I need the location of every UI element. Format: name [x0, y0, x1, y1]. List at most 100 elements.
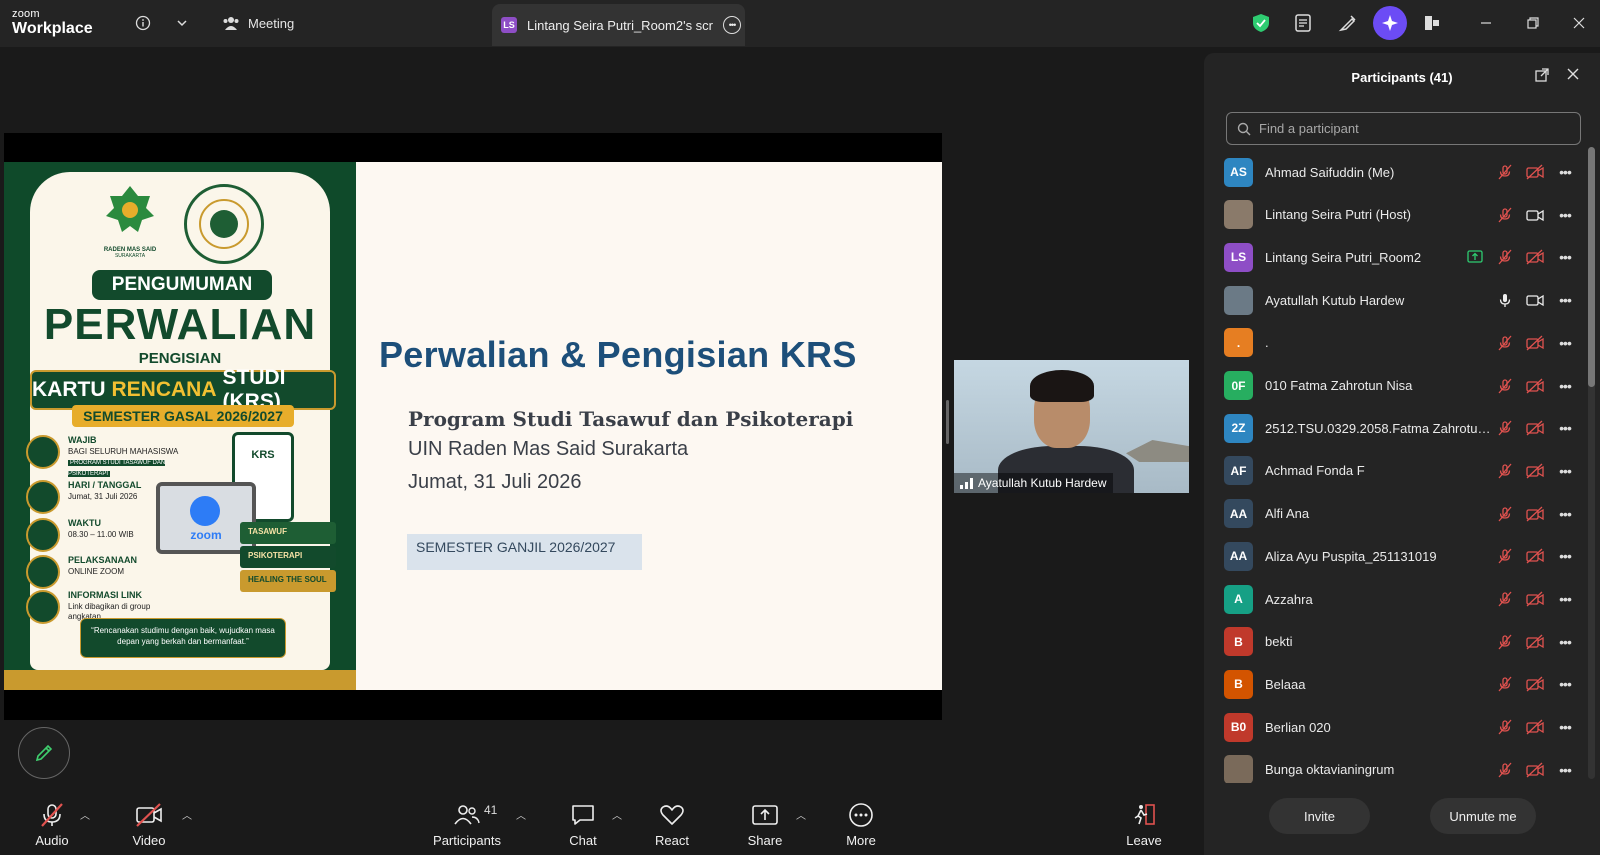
video-options-caret-icon[interactable]: ︿	[182, 807, 192, 822]
resize-handle[interactable]	[946, 400, 949, 444]
participant-more-icon[interactable]: •••	[1556, 761, 1574, 779]
participant-more-icon[interactable]: •••	[1556, 291, 1574, 309]
participant-more-icon[interactable]: •••	[1556, 462, 1574, 480]
participant-row[interactable]: B Belaaa •••	[1204, 663, 1584, 705]
mic-muted-icon[interactable]	[1496, 633, 1514, 651]
clock-icon	[26, 518, 60, 552]
scrollbar-thumb[interactable]	[1588, 147, 1595, 387]
annotate-button[interactable]	[18, 727, 70, 779]
participant-more-icon[interactable]: •••	[1556, 248, 1574, 266]
participant-row[interactable]: Lintang Seira Putri (Host) •••	[1204, 194, 1584, 236]
participant-more-icon[interactable]: •••	[1556, 163, 1574, 181]
participant-search-input[interactable]: Find a participant	[1226, 112, 1581, 145]
participant-more-icon[interactable]: •••	[1556, 334, 1574, 352]
mic-muted-icon[interactable]	[1496, 718, 1514, 736]
close-panel-icon[interactable]	[1566, 67, 1580, 86]
mic-muted-icon[interactable]	[1496, 163, 1514, 181]
participant-row[interactable]: AF Achmad Fonda F •••	[1204, 450, 1584, 492]
video-off-icon[interactable]	[1526, 590, 1544, 608]
participant-row[interactable]: LS Lintang Seira Putri_Room2 •••	[1204, 236, 1584, 278]
restore-icon[interactable]	[1521, 11, 1545, 35]
participant-row[interactable]: 2Z 2512.TSU.0329.2058.Fatma Zahrotun... ••…	[1204, 407, 1584, 449]
unmute-me-button[interactable]: Unmute me	[1430, 798, 1536, 834]
participant-row[interactable]: B0 Berlian 020 •••	[1204, 706, 1584, 748]
video-off-icon[interactable]	[1526, 547, 1544, 565]
chat-options-caret-icon[interactable]: ︿	[612, 807, 622, 822]
participant-row[interactable]: AA Alfi Ana •••	[1204, 493, 1584, 535]
chat-button[interactable]: Chat	[566, 793, 600, 855]
mic-muted-icon[interactable]	[1496, 419, 1514, 437]
participant-more-icon[interactable]: •••	[1556, 547, 1574, 565]
participant-row[interactable]: AS Ahmad Saifuddin (Me) •••	[1204, 151, 1584, 193]
mic-muted-icon[interactable]	[1496, 505, 1514, 523]
video-off-icon[interactable]	[1526, 505, 1544, 523]
mic-on-icon[interactable]	[1496, 291, 1514, 309]
mic-muted-icon[interactable]	[1496, 675, 1514, 693]
participant-row[interactable]: Ayatullah Kutub Hardew •••	[1204, 279, 1584, 321]
participants-options-caret-icon[interactable]: ︿	[516, 807, 526, 822]
video-off-icon[interactable]	[1526, 675, 1544, 693]
video-on-icon[interactable]	[1526, 206, 1544, 224]
ai-companion-icon[interactable]	[1373, 6, 1407, 40]
minimize-icon[interactable]	[1474, 11, 1498, 35]
video-off-icon[interactable]	[1526, 761, 1544, 779]
video-button[interactable]: Video	[128, 793, 170, 855]
leave-button[interactable]: Leave	[1126, 793, 1162, 855]
participant-row[interactable]: AA Aliza Ayu Puspita_251131019 •••	[1204, 535, 1584, 577]
participant-row[interactable]: A Azzahra •••	[1204, 578, 1584, 620]
meeting-info-icon[interactable]	[131, 11, 155, 35]
video-off-icon[interactable]	[1526, 718, 1544, 736]
close-window-icon[interactable]	[1567, 11, 1591, 35]
participant-more-icon[interactable]: •••	[1556, 590, 1574, 608]
audio-options-caret-icon[interactable]: ︿	[80, 807, 90, 822]
react-button[interactable]: React	[653, 793, 691, 855]
mic-muted-icon[interactable]	[1496, 248, 1514, 266]
speaker-video-tile[interactable]: Ayatullah Kutub Hardew	[954, 360, 1189, 493]
participant-more-icon[interactable]: •••	[1556, 377, 1574, 395]
participant-more-icon[interactable]: •••	[1556, 718, 1574, 736]
share-button[interactable]: Share	[746, 793, 784, 855]
notes-icon[interactable]	[1291, 11, 1315, 35]
mic-muted-icon[interactable]	[1496, 547, 1514, 565]
mic-muted-icon[interactable]	[1496, 590, 1514, 608]
mic-muted-icon[interactable]	[1496, 761, 1514, 779]
shield-icon[interactable]	[1249, 11, 1273, 35]
participant-list-scrollbar[interactable]	[1588, 147, 1595, 779]
video-off-icon[interactable]	[1526, 377, 1544, 395]
audio-button[interactable]: Audio	[32, 793, 72, 855]
participant-row[interactable]: .. •••	[1204, 322, 1584, 364]
pop-out-icon[interactable]	[1534, 67, 1550, 88]
participant-more-icon[interactable]: •••	[1556, 633, 1574, 651]
mic-muted-icon[interactable]	[1496, 334, 1514, 352]
wajib-text: BAGI SELURUH MAHASISWA	[68, 446, 179, 456]
invite-button[interactable]: Invite	[1269, 798, 1370, 834]
tab-meeting[interactable]: Meeting	[222, 12, 294, 34]
video-on-icon[interactable]	[1526, 291, 1544, 309]
participant-row[interactable]: 0F 010 Fatma Zahrotun Nisa •••	[1204, 365, 1584, 407]
video-off-icon[interactable]	[1526, 334, 1544, 352]
participant-more-icon[interactable]: •••	[1556, 419, 1574, 437]
participant-more-icon[interactable]: •••	[1556, 675, 1574, 693]
video-off-icon[interactable]	[1526, 633, 1544, 651]
apps-icon[interactable]	[1420, 11, 1444, 35]
participant-more-icon[interactable]: •••	[1556, 505, 1574, 523]
participant-name: Aliza Ayu Puspita_251131019	[1265, 548, 1437, 564]
video-off-icon[interactable]	[1526, 248, 1544, 266]
more-button[interactable]: More	[843, 793, 879, 855]
mic-muted-icon[interactable]	[1496, 377, 1514, 395]
more-options-icon[interactable]: •••	[723, 16, 741, 34]
search-placeholder: Find a participant	[1259, 121, 1359, 136]
participant-more-icon[interactable]: •••	[1556, 206, 1574, 224]
video-off-icon[interactable]	[1526, 462, 1544, 480]
video-off-icon[interactable]	[1526, 163, 1544, 181]
participant-row[interactable]: Bunga oktavianingrum •••	[1204, 749, 1584, 783]
whiteboard-pen-icon[interactable]	[1336, 11, 1360, 35]
share-options-caret-icon[interactable]: ︿	[796, 807, 806, 822]
tab-screen-share[interactable]: LS Lintang Seira Putri_Room2's scree •••	[492, 4, 745, 46]
chevron-down-icon[interactable]	[170, 11, 194, 35]
avatar: AA	[1224, 499, 1253, 529]
participant-row[interactable]: Bbekti •••	[1204, 621, 1584, 663]
video-off-icon[interactable]	[1526, 419, 1544, 437]
mic-muted-icon[interactable]	[1496, 462, 1514, 480]
mic-muted-icon[interactable]	[1496, 206, 1514, 224]
